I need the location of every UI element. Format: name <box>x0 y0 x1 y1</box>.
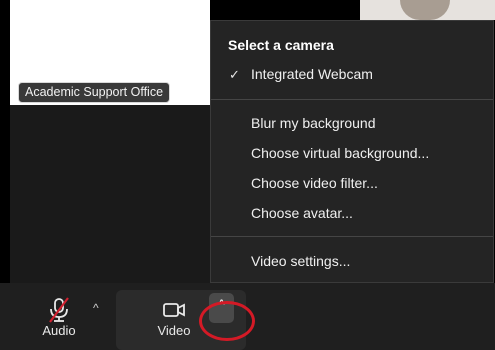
menu-item-integrated-webcam[interactable]: Integrated Webcam <box>251 66 373 82</box>
meeting-stage: Academic Support Office Select a camera … <box>0 0 495 350</box>
camera-icon <box>163 303 185 317</box>
audio-options-caret[interactable]: ^ <box>93 301 105 315</box>
video-label: Video <box>157 323 191 338</box>
highlight-circle-annotation <box>199 301 255 341</box>
left-edge <box>0 0 10 283</box>
menu-item-video-settings[interactable]: Video settings... <box>251 253 350 269</box>
menu-item-virtual-background[interactable]: Choose virtual background... <box>251 145 429 161</box>
menu-divider <box>211 99 493 100</box>
menu-item-video-filter[interactable]: Choose video filter... <box>251 175 378 191</box>
menu-item-blur-background[interactable]: Blur my background <box>251 115 376 131</box>
video-button[interactable]: Video <box>150 297 198 338</box>
menu-divider <box>211 236 493 237</box>
camera-menu: Select a camera ✓ Integrated Webcam Blur… <box>210 20 494 283</box>
thumbnail-shape <box>400 0 450 20</box>
audio-label: Audio <box>42 323 76 338</box>
checkmark-icon: ✓ <box>229 67 240 82</box>
camera-section-title: Select a camera <box>228 37 334 53</box>
audio-button[interactable]: Audio <box>35 297 83 338</box>
video-area <box>10 105 210 283</box>
menu-item-avatar[interactable]: Choose avatar... <box>251 205 353 221</box>
microphone-muted-icon <box>49 297 69 323</box>
participant-name-tag: Academic Support Office <box>18 82 171 103</box>
participant-thumbnail[interactable] <box>360 0 495 20</box>
